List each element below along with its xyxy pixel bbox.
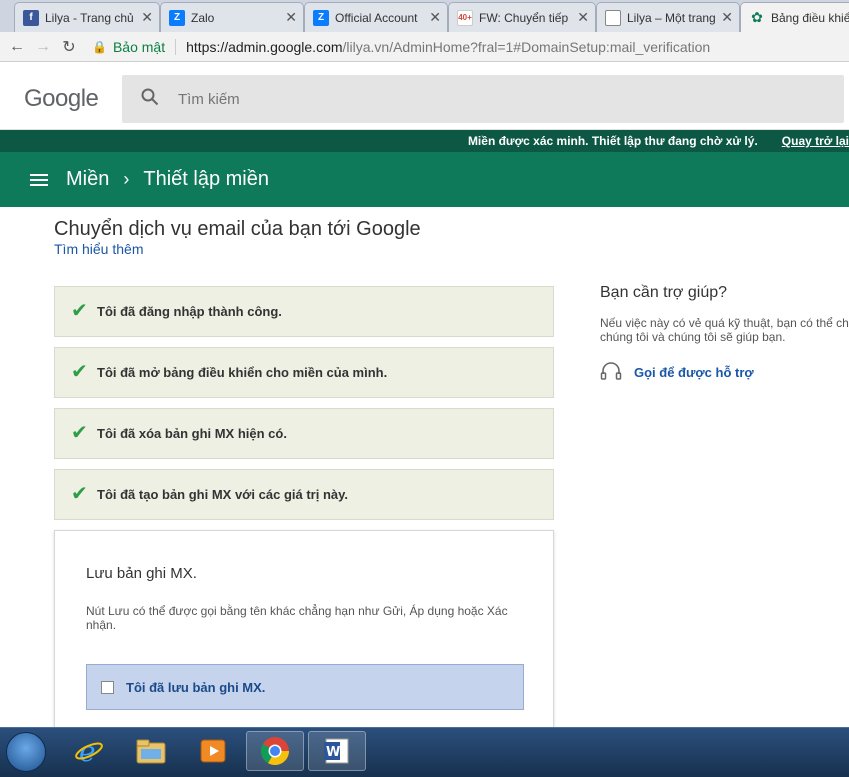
- tab-facebook[interactable]: f Lilya - Trang chủ ✕: [14, 2, 160, 32]
- divider: [175, 39, 177, 55]
- call-support-label: Gọi để được hỗ trợ: [634, 364, 754, 380]
- tab-title: Bảng điều khiển: [771, 10, 849, 25]
- checkbox-label: Tôi đã lưu bản ghi MX.: [126, 679, 266, 695]
- menu-icon[interactable]: [30, 171, 48, 189]
- close-icon[interactable]: ✕: [721, 9, 733, 26]
- step-label: Tôi đã đăng nhập thành công.: [97, 304, 282, 319]
- zalo-oa-icon: Z: [313, 9, 329, 26]
- forward-icon[interactable]: →: [30, 38, 56, 56]
- page-title: Chuyển dịch vụ email của bạn tới Google: [54, 218, 421, 240]
- step-label: Tôi đã mở bảng điều khiển cho miền của m…: [97, 365, 388, 380]
- card-description: Nút Lưu có thể được gọi bằng tên khác ch…: [86, 604, 508, 632]
- call-support-link[interactable]: Gọi để được hỗ trợ: [600, 362, 754, 382]
- step-deleted-mx[interactable]: ✔ Tôi đã xóa bản ghi MX hiện có.: [54, 408, 554, 459]
- breadcrumb-current: Thiết lập miền: [143, 168, 269, 190]
- browser-toolbar: ← → ↻ 🔒 Bảo mật https://admin.google.com…: [0, 32, 849, 62]
- search-box[interactable]: [122, 75, 844, 123]
- reload-icon[interactable]: ↻: [56, 37, 82, 57]
- start-button[interactable]: [6, 732, 46, 772]
- help-title: Bạn cần trợ giúp?: [600, 284, 728, 301]
- save-mx-card: Lưu bản ghi MX. Nút Lưu có thể được gọi …: [54, 530, 554, 740]
- close-icon[interactable]: ✕: [429, 9, 441, 26]
- svg-text:W: W: [326, 745, 340, 760]
- card-title: Lưu bản ghi MX.: [86, 565, 197, 582]
- zalo-icon: Z: [169, 9, 185, 26]
- google-header: Google: [0, 63, 849, 130]
- tab-official-account[interactable]: Z Official Account ✕: [304, 2, 448, 32]
- checkmark-icon[interactable]: ✔: [71, 423, 91, 444]
- media-player-icon[interactable]: [184, 731, 242, 771]
- admin-icon: ✿: [751, 9, 763, 25]
- learn-more-link[interactable]: Tìm hiểu thêm: [54, 241, 143, 257]
- headset-icon: [600, 362, 622, 380]
- saved-mx-checkbox[interactable]: [101, 680, 114, 694]
- search-input[interactable]: [178, 90, 678, 108]
- tab-title: Official Account: [335, 10, 418, 25]
- checkmark-icon[interactable]: ✔: [71, 301, 91, 322]
- back-link[interactable]: Quay trở lại: [782, 134, 849, 148]
- close-icon[interactable]: ✕: [285, 9, 297, 26]
- search-icon[interactable]: [122, 88, 178, 111]
- url-host: https://admin.google.com: [186, 39, 343, 55]
- gmail-icon: 40+: [457, 9, 473, 26]
- address-bar[interactable]: 🔒 Bảo mật https://admin.google.com/lilya…: [92, 35, 849, 59]
- word-icon[interactable]: W: [308, 731, 366, 771]
- svg-text:e: e: [79, 735, 96, 767]
- gmail-badge: 40+: [458, 13, 472, 22]
- tab-title: FW: Chuyển tiếp: [479, 10, 569, 25]
- step-opened-console[interactable]: ✔ Tôi đã mở bảng điều khiển cho miền của…: [54, 347, 554, 398]
- help-text: Nếu việc này có vẻ quá kỹ thuật, bạn có …: [600, 316, 849, 344]
- checkmark-icon[interactable]: ✔: [71, 484, 91, 505]
- google-logo[interactable]: Google: [24, 85, 99, 113]
- tab-title: Lilya - Trang chủ: [45, 10, 134, 25]
- url-path: /lilya.vn/AdminHome?fral=1#DomainSetup:m…: [342, 39, 711, 55]
- tab-gmail[interactable]: 40+ FW: Chuyển tiếp ✕: [448, 2, 596, 32]
- notification-text: Miền được xác minh. Thiết lập thư đang c…: [467, 134, 758, 148]
- back-icon[interactable]: ←: [4, 38, 30, 56]
- chevron-right-icon: ›: [123, 169, 130, 189]
- windows-taskbar: e W: [0, 727, 849, 777]
- tab-lilya-page[interactable]: Lilya – Một trang ✕: [596, 2, 740, 32]
- step-signed-in[interactable]: ✔ Tôi đã đăng nhập thành công.: [54, 286, 554, 337]
- tab-title: Lilya – Một trang: [627, 10, 716, 25]
- screen: f Lilya - Trang chủ ✕ Z Zalo ✕ Z Officia…: [0, 0, 849, 777]
- security-label: Bảo mật: [112, 39, 166, 55]
- checkmark-icon[interactable]: ✔: [71, 362, 91, 383]
- notification-bar: Miền được xác minh. Thiết lập thư đang c…: [0, 130, 849, 152]
- chrome-icon[interactable]: [246, 731, 304, 771]
- document-icon: [605, 9, 621, 26]
- app-bar: Miền › Thiết lập miền: [0, 152, 849, 207]
- tab-admin-console[interactable]: ✿ Bảng điều khiển: [740, 2, 849, 32]
- close-icon[interactable]: ✕: [577, 9, 589, 26]
- browser-tab-strip: f Lilya - Trang chủ ✕ Z Zalo ✕ Z Officia…: [0, 0, 849, 32]
- saved-mx-checkbox-row[interactable]: Tôi đã lưu bản ghi MX.: [86, 664, 524, 710]
- step-label: Tôi đã tạo bản ghi MX với các giá trị nà…: [97, 487, 348, 502]
- close-icon[interactable]: ✕: [141, 9, 153, 26]
- step-created-mx[interactable]: ✔ Tôi đã tạo bản ghi MX với các giá trị …: [54, 469, 554, 520]
- tab-zalo[interactable]: Z Zalo ✕: [160, 2, 304, 32]
- facebook-icon: f: [23, 9, 39, 26]
- internet-explorer-icon[interactable]: e: [60, 731, 118, 771]
- lock-icon: 🔒: [92, 40, 107, 54]
- tab-title: Zalo: [191, 10, 215, 25]
- file-explorer-icon[interactable]: [122, 731, 180, 771]
- step-label: Tôi đã xóa bản ghi MX hiện có.: [97, 426, 287, 441]
- breadcrumb-domains[interactable]: Miền: [66, 168, 109, 191]
